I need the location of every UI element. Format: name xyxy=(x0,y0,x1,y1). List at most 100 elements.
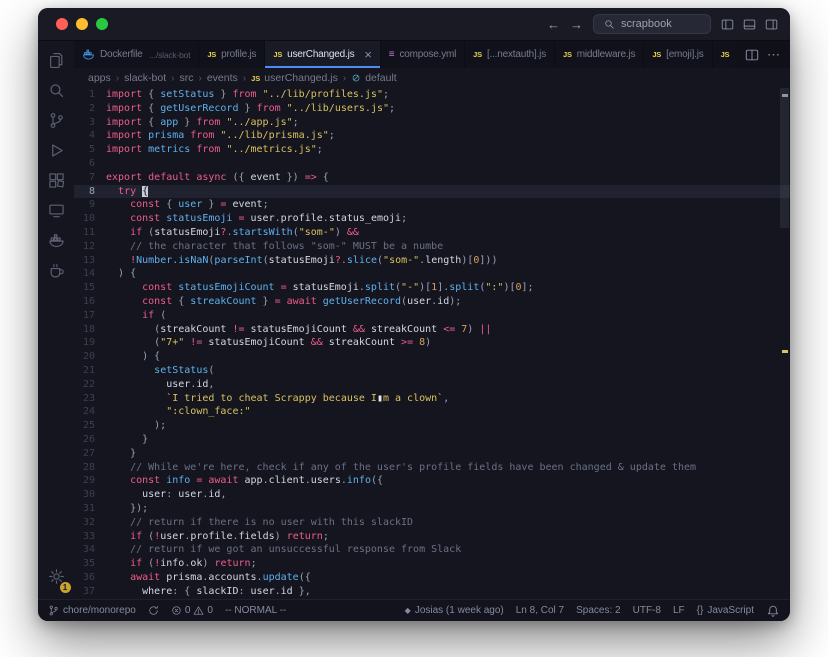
minimize-window-button[interactable] xyxy=(76,18,88,30)
layout-secondary-sidebar-icon[interactable] xyxy=(765,18,778,31)
code-line[interactable]: 20 ) { xyxy=(74,350,790,364)
branch-status[interactable]: chore/monorepo xyxy=(48,605,136,616)
tab-userChanged.js[interactable]: JSuserChanged.js× xyxy=(265,41,380,68)
line-number: 19 xyxy=(74,336,106,350)
coffee-icon[interactable] xyxy=(48,262,65,279)
nav-forward-icon[interactable]: → xyxy=(570,17,583,32)
code-line[interactable]: 19 ("7+" != statusEmojiCount && streakCo… xyxy=(74,336,790,350)
more-actions-icon[interactable]: ⋯ xyxy=(767,47,780,63)
code-line[interactable]: 11 if (statusEmoji?.startsWith("som-") &… xyxy=(74,226,790,240)
code-line[interactable]: 27 } xyxy=(74,447,790,461)
code-line[interactable]: 31 }); xyxy=(74,502,790,516)
code-line[interactable]: 25 ); xyxy=(74,419,790,433)
line-text: // While we're here, check if any of the… xyxy=(106,461,790,475)
breadcrumb-separator: › xyxy=(116,73,119,84)
extensions-icon[interactable] xyxy=(48,172,65,189)
code-line[interactable]: 10 const statusEmoji = user.profile.stat… xyxy=(74,212,790,226)
close-window-button[interactable] xyxy=(56,18,68,30)
code-line[interactable]: 28 // While we're here, check if any of … xyxy=(74,461,790,475)
layout-sidebar-icon[interactable] xyxy=(721,18,734,31)
source-control-icon[interactable] xyxy=(48,112,65,129)
code-line[interactable]: 36 await prisma.accounts.update({ xyxy=(74,571,790,585)
line-text: const statusEmojiCount = statusEmoji.spl… xyxy=(106,281,790,295)
code-line[interactable]: 34 // return if we got an unsuccessful r… xyxy=(74,543,790,557)
code-line[interactable]: 30 user: user.id, xyxy=(74,488,790,502)
debug-icon[interactable] xyxy=(48,142,65,159)
tab-middleware.js[interactable]: JSmiddleware.js xyxy=(555,41,644,68)
zoom-window-button[interactable] xyxy=(96,18,108,30)
encoding-status[interactable]: UTF-8 xyxy=(633,605,661,616)
tab-[...nextauth].js[interactable]: JS[...nextauth].js xyxy=(465,41,555,68)
line-number: 17 xyxy=(74,309,106,323)
close-tab-icon[interactable]: × xyxy=(364,48,371,61)
indentation-status[interactable]: Spaces: 2 xyxy=(576,605,620,616)
cursor-position-status[interactable]: Ln 8, Col 7 xyxy=(516,605,564,616)
code-line[interactable]: 12 // the character that follows "som-" … xyxy=(74,240,790,254)
blame-text: Josias (1 week ago) xyxy=(415,605,504,616)
code-line[interactable]: 32 // return if there is no user with th… xyxy=(74,516,790,530)
tab-Dockerfile[interactable]: Dockerfile.../slack-bot xyxy=(74,41,199,68)
language-name: JavaScript xyxy=(707,605,754,616)
breadcrumb-label: slack-bot xyxy=(124,72,166,84)
code-line[interactable]: 5import metrics from "../metrics.js"; xyxy=(74,143,790,157)
code-line[interactable]: 18 (streakCount != statusEmojiCount && s… xyxy=(74,323,790,337)
code-line[interactable]: 23 `I tried to cheat Scrappy because I▮m… xyxy=(74,392,790,406)
tab-posts.js[interactable]: JSposts.js xyxy=(713,41,735,68)
git-blame-status[interactable]: ◆ Josias (1 week ago) xyxy=(405,605,504,616)
code-line[interactable]: 21 setStatus( xyxy=(74,364,790,378)
explorer-icon[interactable] xyxy=(48,52,65,69)
git-branch-icon xyxy=(48,605,59,616)
breadcrumb-item-slack-bot[interactable]: slack-bot xyxy=(124,72,166,84)
code-line[interactable]: 38 data: xyxy=(74,598,790,599)
code-line[interactable]: 2import { getUserRecord } from "../lib/u… xyxy=(74,102,790,116)
tab-profile.js[interactable]: JSprofile.js xyxy=(199,41,265,68)
editor-area[interactable]: 1import { setStatus } from "../lib/profi… xyxy=(74,88,790,599)
code-line[interactable]: 8 try { xyxy=(74,185,790,199)
code-line[interactable]: 7export default async ({ event }) => { xyxy=(74,171,790,185)
layout-panel-icon[interactable] xyxy=(743,18,756,31)
remote-icon[interactable] xyxy=(48,202,65,219)
split-editor-icon[interactable] xyxy=(745,48,759,62)
problems-status[interactable]: 0 0 xyxy=(171,605,213,616)
scrollbar[interactable] xyxy=(780,88,789,228)
code-line[interactable]: 14 ) { xyxy=(74,267,790,281)
tab-compose.yml[interactable]: ≡compose.yml xyxy=(381,41,465,68)
language-mode-status[interactable]: {} JavaScript xyxy=(697,605,754,616)
breadcrumb-item-default[interactable]: default xyxy=(351,72,397,84)
code-line[interactable]: 37 where: { slackID: user.id }, xyxy=(74,585,790,599)
code-line[interactable]: 33 if (!user.profile.fields) return; xyxy=(74,530,790,544)
layout-controls xyxy=(721,18,778,31)
tab-[emoji].js[interactable]: JS[emoji].js xyxy=(644,41,712,68)
code-line[interactable]: 6 xyxy=(74,157,790,171)
notifications-bell-icon[interactable] xyxy=(766,604,780,618)
code-line[interactable]: 35 if (!info.ok) return; xyxy=(74,557,790,571)
code-line[interactable]: 17 if ( xyxy=(74,309,790,323)
code-line[interactable]: 29 const info = await app.client.users.i… xyxy=(74,474,790,488)
code-line[interactable]: 24 ":clown_face:" xyxy=(74,405,790,419)
search-icon[interactable] xyxy=(48,82,65,99)
code-line[interactable]: 15 const statusEmojiCount = statusEmoji.… xyxy=(74,281,790,295)
sync-status[interactable] xyxy=(148,605,159,616)
code-line[interactable]: 22 user.id, xyxy=(74,378,790,392)
vscode-window: ← → scrapbook xyxy=(38,8,790,621)
code-line[interactable]: 16 const { streakCount } = await getUser… xyxy=(74,295,790,309)
code-line[interactable]: 13 !Number.isNaN(parseInt(statusEmoji?.s… xyxy=(74,254,790,268)
breadcrumb-item-userChanged.js[interactable]: JSuserChanged.js xyxy=(251,72,338,84)
nav-back-icon[interactable]: ← xyxy=(547,17,560,32)
overview-ruler-mark xyxy=(782,94,788,97)
code-line[interactable]: 26 } xyxy=(74,433,790,447)
code-line[interactable]: 1import { setStatus } from "../lib/profi… xyxy=(74,88,790,102)
docker-icon[interactable] xyxy=(48,232,65,249)
breadcrumb-item-events[interactable]: events xyxy=(207,72,238,84)
line-number: 21 xyxy=(74,364,106,378)
command-center-search[interactable]: scrapbook xyxy=(593,14,711,34)
code-line[interactable]: 4import prisma from "../lib/prisma.js"; xyxy=(74,129,790,143)
code-line[interactable]: 9 const { user } = event; xyxy=(74,198,790,212)
code-line[interactable]: 3import { app } from "../app.js"; xyxy=(74,116,790,130)
eol-status[interactable]: LF xyxy=(673,605,685,616)
breadcrumb-item-src[interactable]: src xyxy=(179,72,193,84)
tab-label: profile.js xyxy=(221,49,256,60)
breadcrumb-item-apps[interactable]: apps xyxy=(88,72,111,84)
line-number: 1 xyxy=(74,88,106,102)
manage-button[interactable]: 1 xyxy=(48,568,65,590)
